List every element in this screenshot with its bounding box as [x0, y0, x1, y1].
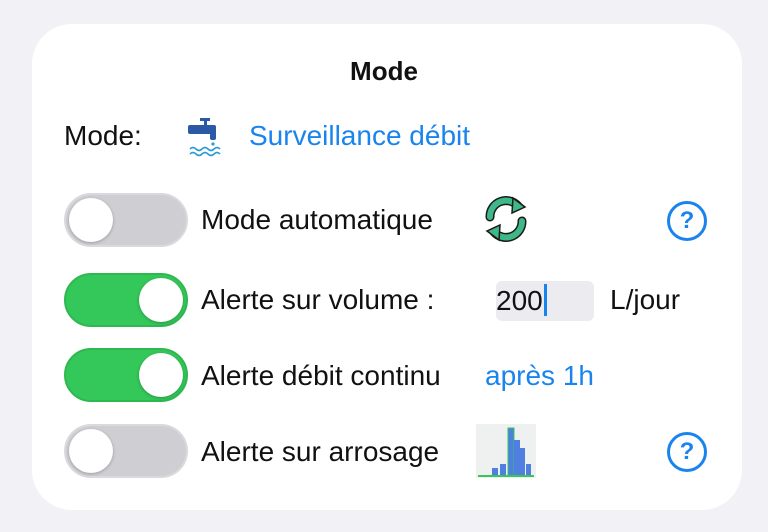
toggle-knob	[69, 429, 113, 473]
page-title: Mode	[350, 56, 418, 86]
auto-mode-help-button[interactable]: ?	[667, 201, 707, 241]
text-caret	[543, 284, 547, 316]
mode-label: Mode:	[64, 120, 142, 151]
continuous-flow-alert-label: Alerte débit continu	[201, 360, 441, 391]
auto-mode-label: Mode automatique	[201, 204, 433, 235]
continuous-flow-alert-toggle[interactable]	[64, 348, 188, 402]
volume-unit: L/jour	[610, 284, 681, 315]
toggle-knob	[139, 278, 183, 322]
toggle-knob	[69, 198, 113, 242]
volume-threshold-input[interactable]: 200	[496, 281, 594, 321]
sync-icon	[485, 196, 527, 242]
volume-value: 200	[496, 285, 543, 316]
auto-mode-toggle[interactable]	[64, 193, 188, 247]
watering-alert-toggle[interactable]	[64, 424, 188, 478]
mode-select-link[interactable]: Surveillance débit	[249, 120, 470, 152]
continuous-delay-link[interactable]: après 1h	[485, 360, 594, 392]
toggle-knob	[139, 353, 183, 397]
watering-alert-label: Alerte sur arrosage	[201, 436, 440, 467]
volume-alert-label: Alerte sur volume :	[201, 284, 435, 315]
watering-help-button[interactable]: ?	[667, 432, 707, 472]
water-tap-icon	[188, 118, 221, 157]
histogram-icon	[476, 424, 536, 478]
volume-alert-toggle[interactable]	[64, 273, 188, 327]
